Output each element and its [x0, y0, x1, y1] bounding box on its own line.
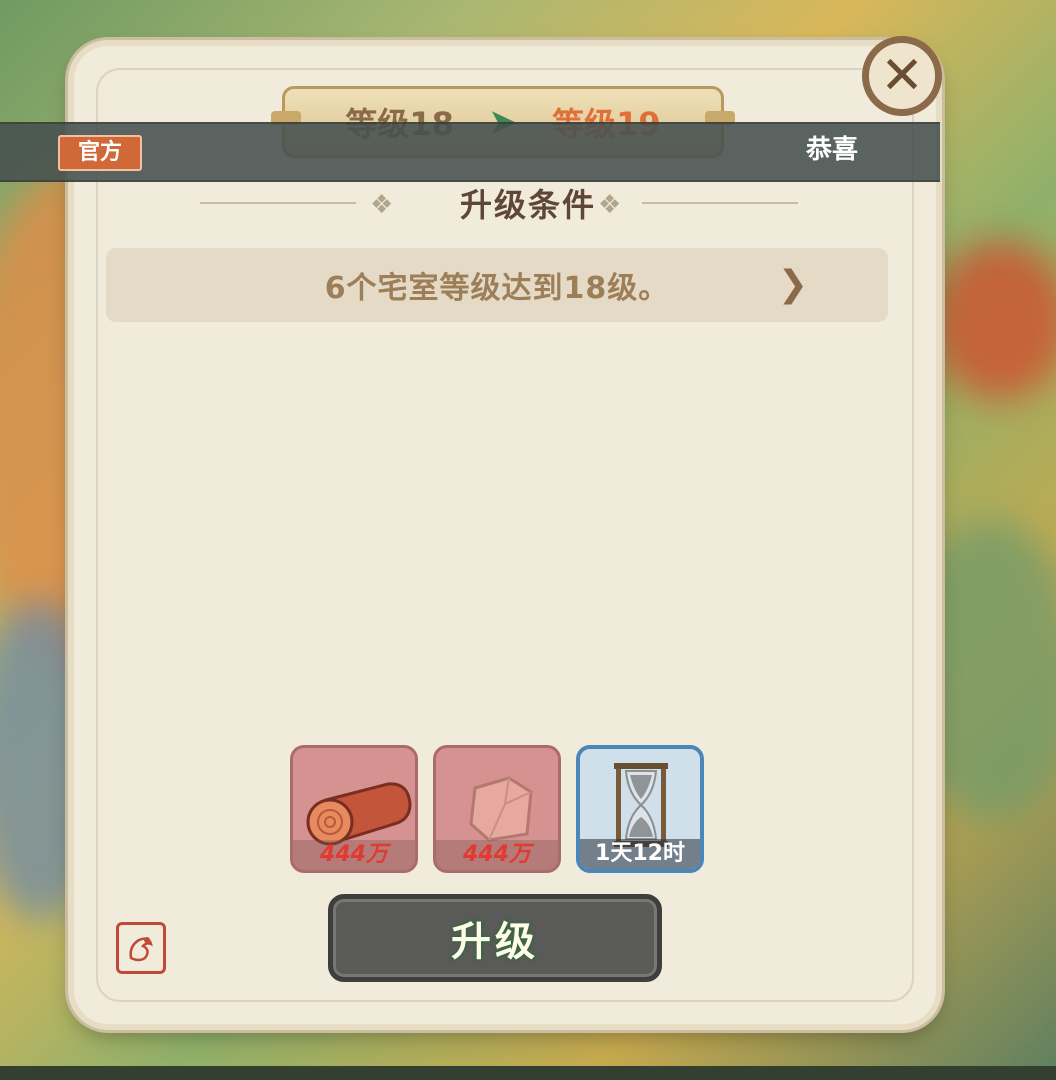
cost-amount: 1天12时: [580, 839, 700, 869]
marquee-text: 恭喜: [806, 135, 858, 165]
diamond-ornament-icon: ❖: [370, 190, 394, 220]
divider-line: [642, 202, 798, 204]
diamond-ornament-icon: ❖: [598, 190, 622, 220]
condition-text: 6个宅室等级达到18级。: [324, 271, 670, 306]
conditions-title: 升级条件: [459, 186, 596, 224]
close-icon: ✕: [880, 46, 924, 106]
section-title: ❖ 升级条件 ❖: [0, 180, 1056, 226]
divider-line: [200, 202, 356, 204]
upgrade-button-label: 升级: [451, 919, 539, 965]
seal-glyph-icon: [129, 937, 153, 962]
official-badge: 官方: [58, 135, 142, 171]
condition-row[interactable]: 6个宅室等级达到18级。 ❯: [106, 248, 888, 322]
seal-stamp-icon: [116, 922, 166, 974]
upgrade-button[interactable]: 升级: [328, 894, 662, 982]
cost-slot-wood[interactable]: 444万: [290, 745, 418, 873]
cost-amount: 444万: [436, 840, 558, 870]
cost-slot-time[interactable]: 1天12时: [576, 745, 704, 873]
background-blob: [930, 240, 1056, 400]
chevron-right-icon: ❯: [777, 264, 808, 305]
bottom-bar: [0, 1066, 1056, 1080]
cost-slot-stone[interactable]: 444万: [433, 745, 561, 873]
close-button[interactable]: ✕: [862, 36, 942, 116]
cost-amount: 444万: [293, 840, 415, 870]
